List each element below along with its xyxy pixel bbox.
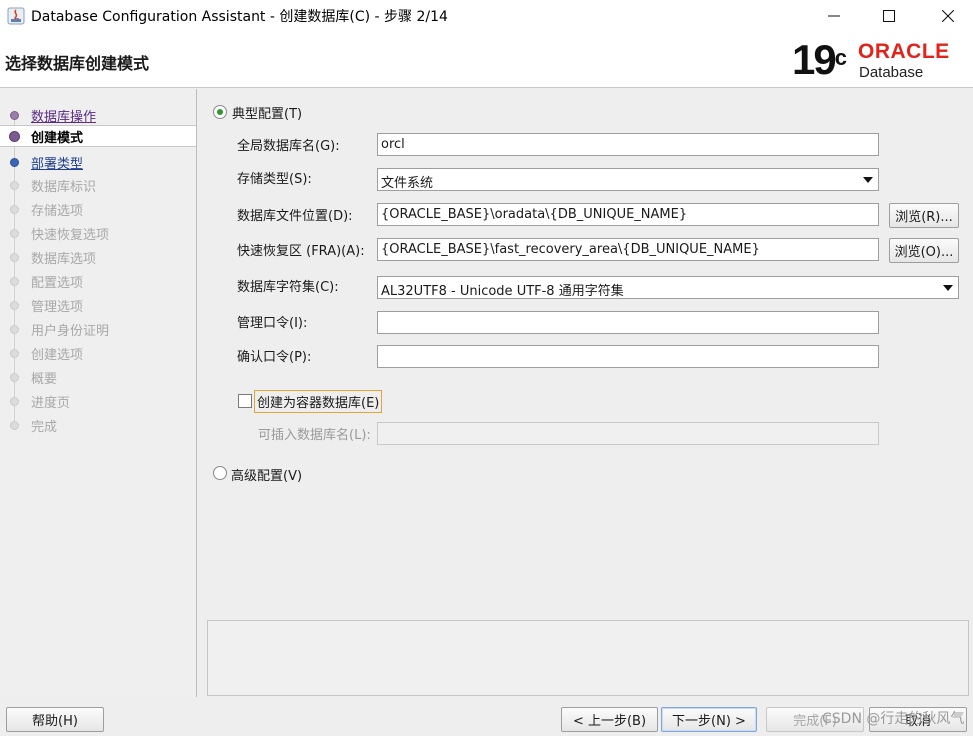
step-summary: 概要 [0,366,196,388]
minimize-icon [828,15,840,17]
dropdown-arrow-icon [863,177,873,183]
step-creation-mode[interactable]: 创建模式 [0,125,196,147]
charset-select[interactable]: AL32UTF8 - Unicode UTF-8 通用字符集 [377,276,959,299]
step-label: 管理选项 [31,299,84,315]
db-file-location-input[interactable]: {ORACLE_BASE}\oradata\{DB_UNIQUE_NAME} [377,203,879,226]
oracle-product-label: Database [859,64,924,81]
browse-db-location-button[interactable]: 浏览(R)... [889,203,959,228]
step-db-operation[interactable]: 数据库操作 [0,104,196,126]
steps-sidebar: 数据库操作 创建模式 部署类型 数据库标识 存储选项 快速恢复选项 数据库选项 … [0,89,197,697]
container-db-label: 创建为容器数据库(E) [257,396,380,411]
message-panel [207,620,969,696]
window-titlebar: Database Configuration Assistant - 创建数据库… [0,0,973,32]
typical-config-label: 典型配置(T) [232,107,303,122]
confirm-password-label: 确认口令(P): [237,350,312,365]
step-pending-icon [10,396,19,406]
storage-type-label: 存储类型(S): [237,172,312,187]
step-pending-icon [10,276,19,286]
step-user-credentials: 用户身份证明 [0,318,196,340]
step-storage-option: 存储选项 [0,198,196,220]
dropdown-arrow-icon [943,285,953,291]
step-pending-icon [10,324,19,334]
browse-fra-button[interactable]: 浏览(O)... [889,238,959,263]
help-button[interactable]: 帮助(H) [6,707,104,732]
step-label: 进度页 [31,395,71,411]
storage-type-value: 文件系统 [381,176,434,191]
step-finish: 完成 [0,414,196,436]
step-pending-icon [10,372,19,382]
step-label: 创建模式 [31,130,84,146]
global-db-name-input[interactable]: orcl [377,133,879,156]
fra-label: 快速恢复区 (FRA)(A): [237,244,365,259]
step-label: 数据库选项 [31,251,97,267]
next-button[interactable]: 下一步(N) > [661,707,757,732]
step-deployment-type[interactable]: 部署类型 [0,151,196,173]
step-creation-options: 创建选项 [0,342,196,364]
step-label: 数据库操作 [31,109,97,125]
close-icon [942,10,954,22]
advanced-config-label: 高级配置(V) [231,469,303,484]
main-content: 典型配置(T) 全局数据库名(G): orcl 存储类型(S): 文件系统 数据… [198,89,973,697]
charset-value: AL32UTF8 - Unicode UTF-8 通用字符集 [381,284,624,299]
global-db-name-label: 全局数据库名(G): [237,139,340,154]
step-label: 快速恢复选项 [31,227,110,243]
page-header: 选择数据库创建模式 19c ORACLE Database [0,32,973,88]
fra-location-input[interactable]: {ORACLE_BASE}\fast_recovery_area\{DB_UNI… [377,238,879,261]
container-db-checkbox[interactable] [238,394,252,408]
step-label: 部署类型 [31,156,84,172]
step-done-icon [10,110,19,120]
maximize-icon [883,10,895,22]
step-label: 完成 [31,419,58,435]
step-next-icon [10,157,19,167]
storage-type-select[interactable]: 文件系统 [377,168,879,191]
step-pending-icon [10,300,19,310]
step-label: 配置选项 [31,275,84,291]
page-title: 选择数据库创建模式 [5,54,150,73]
oracle-brand-logo: ORACLE [858,40,950,63]
step-management-options: 管理选项 [0,294,196,316]
confirm-password-input[interactable] [377,345,879,368]
db-file-location-label: 数据库文件位置(D): [237,209,353,224]
step-pending-icon [10,420,19,430]
step-pending-icon [10,228,19,238]
step-fast-recovery-option: 快速恢复选项 [0,222,196,244]
typical-config-radio[interactable] [213,105,227,119]
step-db-identification: 数据库标识 [0,174,196,196]
step-label: 概要 [31,371,58,387]
container-db-label-focus: 创建为容器数据库(E) [254,390,383,413]
back-button[interactable]: < 上一步(B) [561,707,658,732]
admin-password-label: 管理口令(I): [237,316,308,331]
step-pending-icon [10,252,19,262]
close-button[interactable] [925,0,971,32]
maximize-button[interactable] [866,0,912,32]
step-config-options: 配置选项 [0,270,196,292]
step-label: 数据库标识 [31,179,97,195]
step-pending-icon [10,180,19,190]
step-progress: 进度页 [0,390,196,412]
window-title: Database Configuration Assistant - 创建数据库… [31,9,448,25]
step-pending-icon [10,348,19,358]
step-label: 存储选项 [31,203,84,219]
watermark-text: CSDN @行走的秋风气 [822,711,965,727]
app-icon [7,7,25,25]
minimize-button[interactable] [811,0,857,32]
pdb-name-input[interactable] [377,422,879,445]
admin-password-input[interactable] [377,311,879,334]
advanced-config-radio[interactable] [213,466,227,480]
oracle-19c-logo: 19c [792,36,847,83]
pdb-name-label: 可插入数据库名(L): [258,428,371,443]
charset-label: 数据库字符集(C): [237,280,339,295]
step-label: 用户身份证明 [31,323,110,339]
step-pending-icon [10,204,19,214]
step-db-options: 数据库选项 [0,246,196,268]
step-label: 创建选项 [31,347,84,363]
step-current-icon [9,130,20,142]
